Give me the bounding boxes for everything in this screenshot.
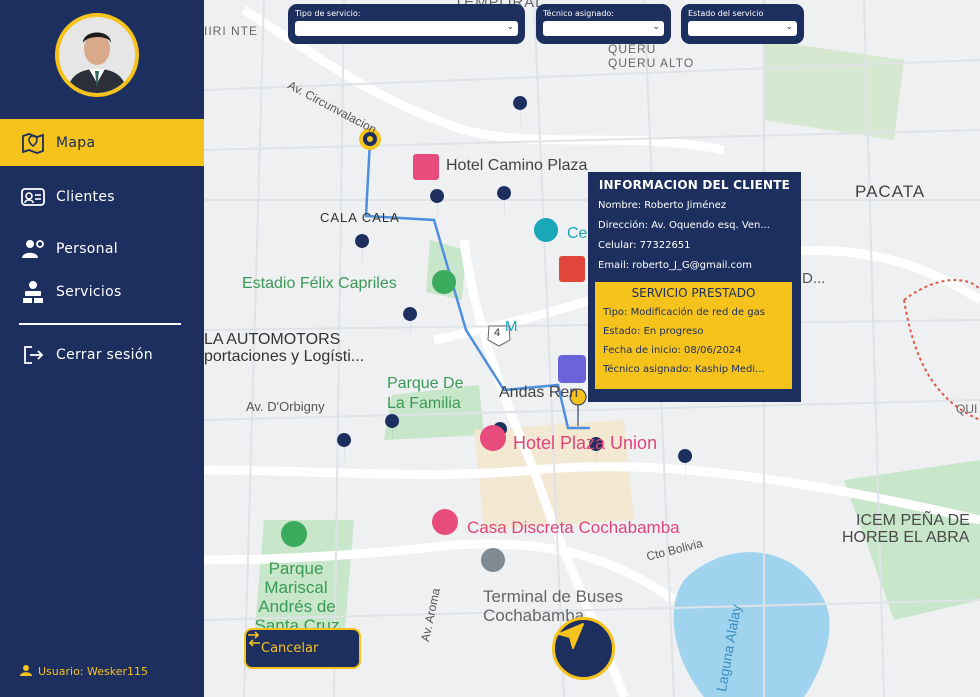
map-label: Hotel Plaza Union [513, 433, 658, 453]
client-address: Dirección: Av. Oquendo esq. Ven... [598, 220, 770, 231]
sidebar-item-personal[interactable]: Personal [0, 225, 204, 272]
map-label: Av. D'Orbigny [246, 399, 325, 414]
cancel-button[interactable]: Cancelar [244, 628, 361, 669]
user-label: Usuario: Wesker115 [38, 665, 148, 678]
chevron-down-icon: ⌄ [785, 22, 793, 32]
map-label: HOREB EL ABRA [842, 529, 970, 546]
service-type-filter[interactable]: Tipo de servicio: ⌄ [288, 4, 525, 44]
logout-icon [18, 342, 48, 368]
sidebar-item-label: Cerrar sesión [56, 346, 153, 363]
id-card-icon [18, 184, 48, 210]
service-type: Tipo: Modificación de red de gas [603, 307, 765, 318]
sidebar-item-label: Clientes [56, 188, 115, 205]
map-label: La Familia [387, 395, 461, 412]
map-label: Andrés de [258, 597, 336, 616]
client-card-title: INFORMACION DEL CLIENTE [598, 178, 791, 192]
service-status: Estado: En progreso [603, 326, 704, 337]
map-label: D... [802, 270, 826, 287]
client-info-card: INFORMACION DEL CLIENTE Nombre: Roberto … [588, 172, 801, 402]
service-tools-icon [18, 279, 48, 305]
map-label: LA AUTOMOTORS [204, 331, 341, 348]
map-label: CALA CALA [320, 210, 400, 225]
service-technician: Técnico asignado: Kaship Medi... [603, 364, 765, 375]
client-name: Nombre: Roberto Jiménez [598, 200, 727, 211]
service-panel: SERVICIO PRESTADO Tipo: Modificación de … [595, 282, 792, 389]
profile-photo [59, 17, 135, 93]
map-label: QUI [956, 402, 978, 416]
map-label: 4 [494, 327, 501, 339]
user-gear-icon [18, 236, 48, 262]
sidebar-item-cerrar-sesion[interactable]: Cerrar sesión [0, 331, 204, 378]
chevron-down-icon: ⌄ [506, 22, 514, 32]
current-user: Usuario: Wesker115 [20, 664, 148, 679]
navigate-button[interactable] [552, 617, 615, 680]
map-label: Andas Ren [499, 384, 579, 401]
map-label: ICEM PEÑA DE [856, 512, 970, 529]
map-label: Ce [567, 225, 588, 242]
service-type-label: Tipo de servicio: [295, 9, 361, 18]
technician-label: Técnico asignado: [543, 9, 614, 18]
sidebar-divider [19, 323, 181, 325]
sidebar-item-label: Personal [56, 240, 118, 257]
client-phone: Celular: 77322651 [598, 240, 691, 251]
service-start-date: Fecha de inicio: 08/06/2024 [603, 345, 742, 356]
client-email: Email: roberto_J_G@gmail.com [598, 260, 752, 271]
map-label: PACATA [855, 182, 926, 201]
service-type-select[interactable]: ⌄ [295, 21, 518, 36]
map-label: Hotel Camino Plaza [446, 157, 588, 174]
service-title: SERVICIO PRESTADO [631, 286, 756, 300]
map-label: Terminal de Buses [483, 587, 623, 606]
sidebar-item-label: Servicios [56, 283, 122, 300]
sidebar-item-clientes[interactable]: Clientes [0, 173, 204, 220]
sidebar: Mapa Clientes Personal Servicios Cerrar … [0, 0, 204, 697]
technician-select[interactable]: ⌄ [543, 21, 664, 36]
map-label: Parque [268, 559, 324, 578]
map-label: M [505, 318, 518, 335]
status-select[interactable]: ⌄ [688, 21, 797, 36]
map-label: portaciones y Logísti... [204, 348, 365, 365]
map-label: QUERU ALTO [608, 56, 695, 70]
avatar[interactable] [55, 13, 139, 97]
technician-filter[interactable]: Técnico asignado: ⌄ [536, 4, 671, 44]
chevron-down-icon: ⌄ [652, 22, 660, 32]
map-label: Casa Discreta Cochabamba [467, 518, 680, 537]
sidebar-item-mapa[interactable]: Mapa [0, 119, 204, 166]
status-label: Estado del servicio [688, 9, 764, 18]
sidebar-item-label: Mapa [56, 134, 96, 151]
app-root: Mapa Clientes Personal Servicios Cerrar … [0, 0, 980, 697]
cancel-label: Cancelar [261, 641, 319, 656]
map-label: Mariscal [264, 578, 328, 597]
status-filter[interactable]: Estado del servicio ⌄ [681, 4, 804, 44]
map-label: IIRI NTE [204, 24, 259, 38]
sidebar-item-servicios[interactable]: Servicios [0, 268, 204, 315]
map-label: Estadio Félix Capriles [242, 275, 397, 292]
map-icon [18, 130, 48, 156]
map-label: Parque De [387, 375, 464, 392]
map-label: QUERU [608, 42, 657, 56]
user-icon [20, 664, 32, 679]
